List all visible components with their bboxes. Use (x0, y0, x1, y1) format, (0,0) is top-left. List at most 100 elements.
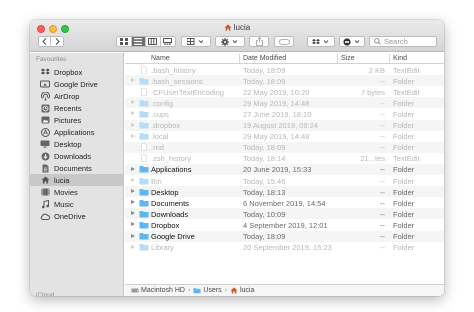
disclosure-triangle-icon[interactable] (131, 189, 135, 194)
share-icon (255, 37, 263, 46)
path-item-label: lucia (239, 287, 255, 294)
gallery-view-button[interactable] (161, 37, 175, 46)
path-item-lucia[interactable]: lucia (230, 287, 254, 294)
disclosure-triangle-icon[interactable] (131, 211, 135, 216)
file-kind: Folder (393, 176, 415, 186)
sidebar-item-movies[interactable]: Movies (30, 186, 123, 198)
gear-icon (221, 37, 238, 46)
sidebar-item-desktop[interactable]: Desktop (30, 138, 123, 150)
file-name: .CFUserTextEncoding (151, 87, 224, 97)
file-row[interactable]: .cups 27 June 2019, 18:10 -- Folder (125, 108, 444, 119)
file-name: Documents (151, 198, 189, 208)
sidebar-section-favourites: Favourites (36, 56, 67, 63)
path-item-macintosh-hd[interactable]: Macintosh HD (131, 287, 185, 294)
file-row[interactable]: .bash_sessions Today, 18:09 -- Folder (125, 75, 444, 87)
sidebar-item-onedrive[interactable]: OneDrive (30, 210, 123, 222)
airdrop-icon (40, 91, 50, 101)
tags-button[interactable] (274, 36, 294, 47)
file-row[interactable]: Dropbox 4 September 2019, 12:01 -- Folder (125, 219, 444, 230)
column-header-date-modified[interactable]: Date Modified (243, 55, 286, 62)
file-row[interactable]: .local 29 May 2019, 14:48 -- Folder (125, 131, 444, 142)
file-name: Google Drive (151, 232, 195, 241)
icon-view-button[interactable] (117, 37, 132, 46)
sidebar-item-airdrop[interactable]: AirDrop (30, 90, 123, 102)
sidebar-item-recents[interactable]: Recents (30, 102, 123, 114)
home-icon (224, 24, 232, 31)
sidebar-item-lucia[interactable]: lucia (30, 174, 123, 186)
search-icon (374, 38, 381, 45)
disclosure-triangle-icon[interactable] (131, 222, 135, 227)
sidebar-item-label: Desktop (54, 139, 82, 149)
disclosure-triangle-icon[interactable] (131, 100, 135, 105)
file-row[interactable]: Applications 20 June 2019, 15:33 -- Folder (125, 163, 444, 175)
file-date-modified: 20 September 2019, 15:23 (243, 243, 332, 253)
file-row[interactable]: Desktop Today, 18:13 -- Folder (125, 186, 444, 198)
extension-button[interactable] (339, 36, 365, 47)
file-size: 21...tes (360, 154, 385, 164)
sidebar-item-pictures[interactable]: Pictures (30, 114, 123, 126)
column-header-size[interactable]: Size (341, 55, 355, 62)
applications-icon (40, 127, 50, 137)
disclosure-triangle-icon[interactable] (131, 133, 135, 138)
column-view-button[interactable] (146, 37, 161, 46)
file-row[interactable]: .CFUserTextEncoding 22 May 2019, 10:20 7 b… (125, 86, 444, 97)
file-kind: Folder (393, 132, 415, 142)
disclosure-triangle-icon[interactable] (131, 244, 135, 249)
file-row[interactable]: .rnd Today, 18:09 -- Folder (125, 141, 444, 153)
sidebar-item-downloads[interactable]: Downloads (30, 150, 123, 162)
file-row[interactable]: Documents 6 November 2019, 14:54 -- Folder (125, 197, 444, 208)
file-row[interactable]: Library 20 September 2019, 15:23 -- Folder (125, 242, 444, 253)
file-row[interactable]: .zsh_history Today, 18:14 21...tes TextEdit (125, 153, 444, 164)
window-title: lucia (30, 23, 444, 32)
sidebar-item-label: Google Drive (54, 79, 98, 89)
disclosure-triangle-icon[interactable] (131, 78, 135, 83)
path-bar: Macintosh HD › Users › lucia (125, 284, 444, 296)
sidebar-item-google-drive[interactable]: Google Drive (30, 78, 123, 90)
column-header-kind[interactable]: Kind (393, 55, 407, 62)
disclosure-triangle-icon[interactable] (131, 200, 135, 205)
sidebar-item-dropbox[interactable]: Dropbox (30, 66, 123, 78)
file-row[interactable]: .dropbox 19 August 2019, 09:24 -- Folder (125, 119, 444, 131)
document-icon (141, 65, 147, 74)
disclosure-triangle-icon[interactable] (131, 178, 135, 182)
sidebar-item-label: Movies (54, 187, 78, 197)
list-view-button[interactable] (131, 37, 147, 46)
sidebar-item-documents[interactable]: Documents (30, 162, 123, 174)
file-name: .bash_sessions (151, 76, 203, 86)
sidebar-item-applications[interactable]: Applications (30, 126, 123, 138)
view-mode-control (116, 36, 176, 47)
share-button[interactable] (249, 36, 269, 47)
file-date-modified: Today, 18:13 (243, 187, 286, 197)
path-item-users[interactable]: Users (193, 287, 222, 294)
sidebar-item-label: Downloads (54, 151, 92, 161)
folder-icon (139, 188, 149, 196)
title-bar: lucia Search (30, 20, 444, 52)
back-button[interactable] (39, 37, 52, 46)
column-separator (239, 54, 240, 63)
file-row[interactable]: Bin Today, 15:46 -- Folder (125, 175, 444, 186)
file-row[interactable]: .config 29 May 2019, 14:48 -- Folder (125, 97, 444, 109)
file-size: -- (380, 132, 385, 142)
file-row[interactable]: Google Drive Today, 18:09 -- Folder (125, 230, 444, 242)
search-field[interactable]: Search (369, 36, 437, 47)
column-header-name[interactable]: Name (151, 55, 170, 62)
window-title-text: lucia (233, 23, 251, 32)
group-by-button[interactable] (181, 36, 211, 47)
dropbox-toolbar-button[interactable] (307, 36, 335, 47)
disclosure-triangle-icon[interactable] (131, 111, 135, 116)
folder-icon (139, 166, 149, 173)
disclosure-triangle-icon[interactable] (131, 233, 135, 238)
file-size: -- (380, 243, 385, 253)
disclosure-triangle-icon[interactable] (131, 122, 135, 127)
file-row[interactable]: Downloads Today, 10:09 -- Folder (125, 208, 444, 220)
action-menu-button[interactable] (215, 36, 245, 47)
sidebar-item-music[interactable]: Music (30, 198, 123, 210)
column-header-row: Name Date Modified Size Kind (125, 53, 444, 64)
file-date-modified: 22 May 2019, 10:20 (243, 87, 310, 97)
forward-button[interactable] (51, 37, 63, 46)
file-name: .rnd (151, 143, 164, 153)
disclosure-triangle-icon[interactable] (131, 166, 135, 171)
file-row[interactable]: .bash_history Today, 18:09 2 KB TextEdit (125, 64, 444, 75)
onedrive-icon (40, 211, 50, 221)
file-date-modified: Today, 18:14 (243, 154, 286, 164)
